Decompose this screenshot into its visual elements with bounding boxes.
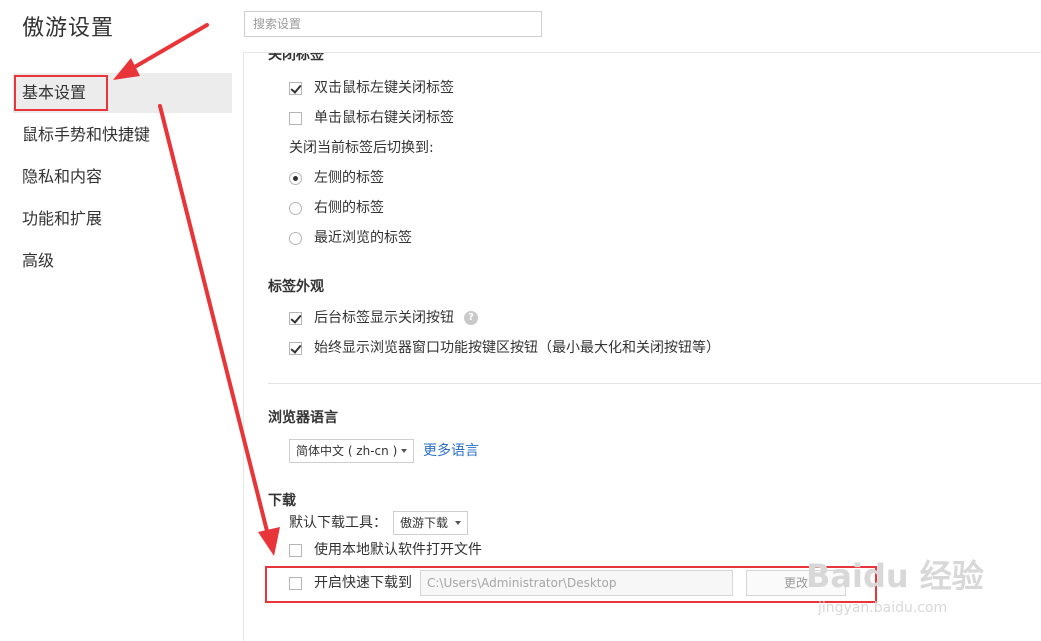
annotation-arrows: [113, 23, 280, 556]
annotation-arrow-line: [124, 23, 209, 74]
watermark-logo: Baidu 经验: [806, 557, 984, 595]
annotation-arrowhead: [258, 527, 280, 556]
watermark-url: jingyan.baidu.com: [818, 600, 948, 616]
annotation-arrow-line: [158, 104, 272, 545]
annotation-arrowhead: [113, 58, 140, 80]
